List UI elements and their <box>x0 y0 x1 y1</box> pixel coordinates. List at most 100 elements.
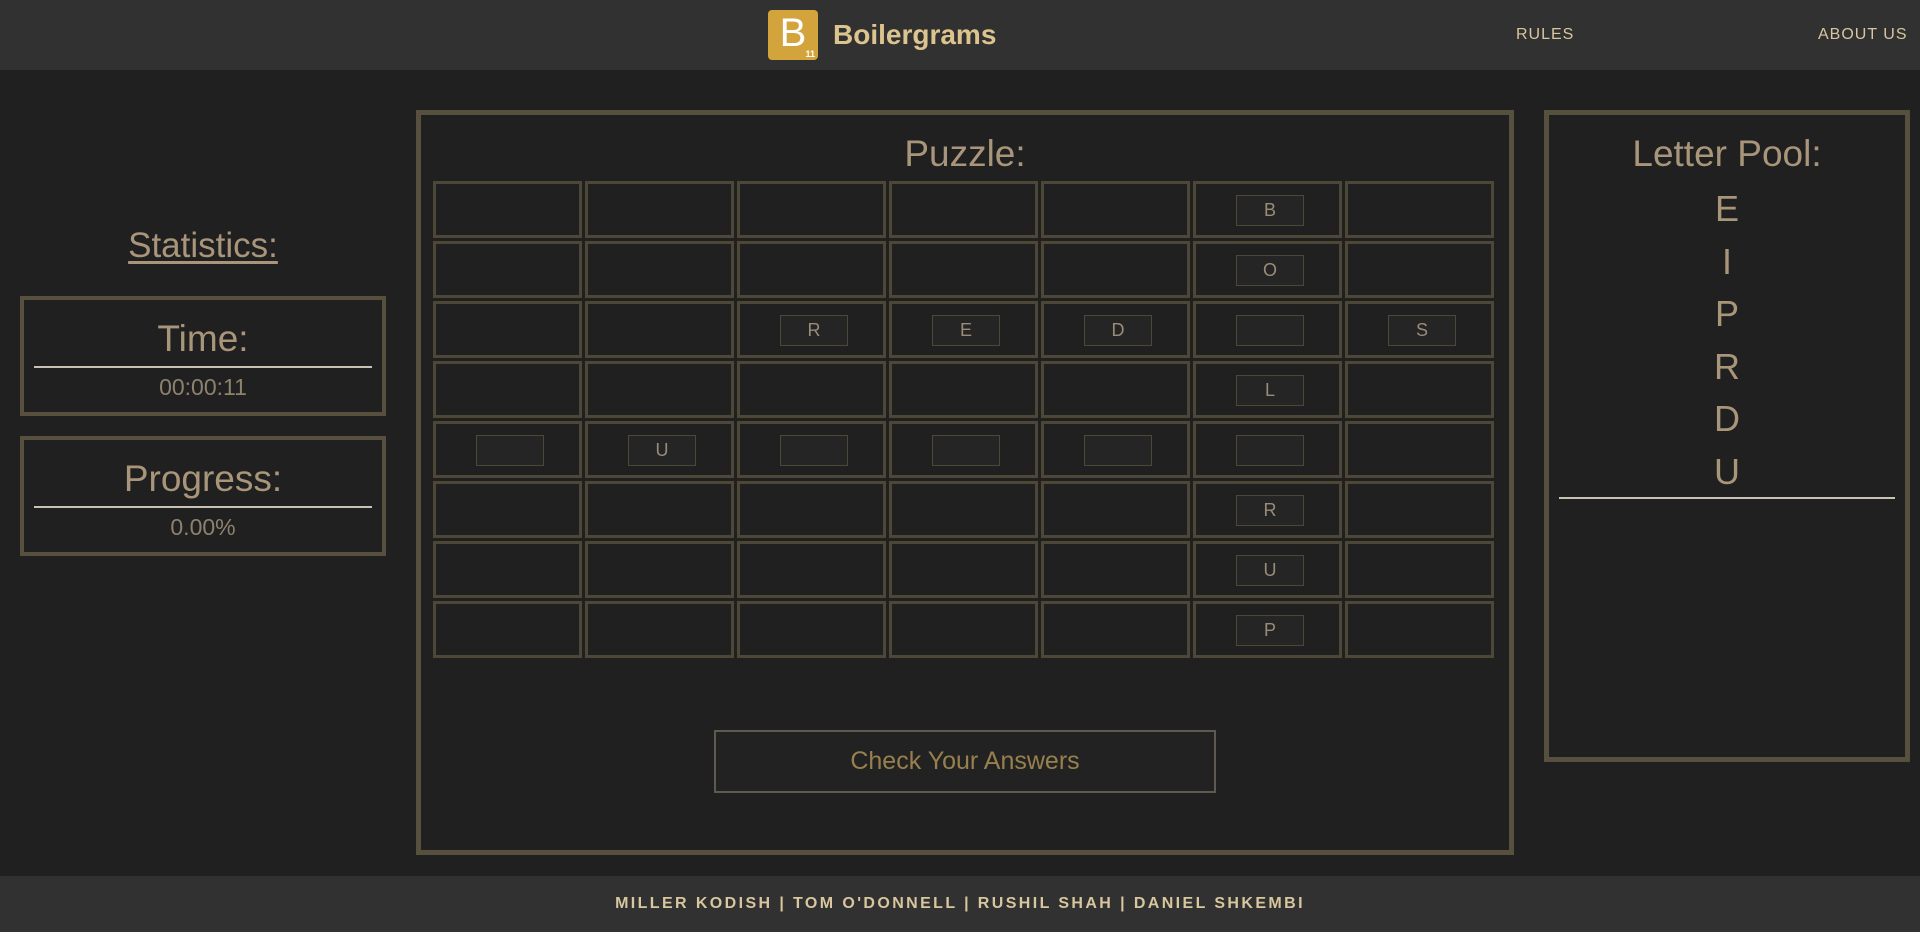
grid-cell[interactable] <box>1345 601 1494 658</box>
grid-cell[interactable] <box>1041 541 1190 598</box>
grid-cell[interactable] <box>1041 421 1190 478</box>
grid-cell[interactable]: U <box>1193 541 1342 598</box>
letter-pool-title: Letter Pool: <box>1632 133 1822 174</box>
grid-cell[interactable] <box>1041 241 1190 298</box>
grid-cell[interactable]: P <box>1193 601 1342 658</box>
nav-about-link[interactable]: ABOUT US <box>1818 25 1908 45</box>
letter-slot[interactable]: S <box>1388 315 1456 346</box>
letter-slot[interactable]: R <box>1236 495 1304 526</box>
grid-cell[interactable] <box>1345 481 1494 538</box>
grid-cell[interactable] <box>585 481 734 538</box>
puzzle-panel: Puzzle: BOREDSLURUP Check Your Answers <box>416 110 1514 855</box>
grid-cell[interactable] <box>585 361 734 418</box>
grid-cell[interactable] <box>889 241 1038 298</box>
divider <box>34 366 372 368</box>
progress-label: Progress: <box>123 458 283 499</box>
pool-letter[interactable]: R <box>1549 341 1905 394</box>
top-nav-bar: B 11 Boilergrams RULES ABOUT US <box>0 0 1920 70</box>
grid-cell[interactable] <box>737 361 886 418</box>
grid-cell[interactable]: S <box>1345 301 1494 358</box>
letter-slot[interactable]: L <box>1236 375 1304 406</box>
grid-cell[interactable]: B <box>1193 181 1342 238</box>
grid-cell[interactable]: O <box>1193 241 1342 298</box>
letter-slot[interactable]: U <box>628 435 696 466</box>
letter-slot[interactable] <box>1084 435 1152 466</box>
logo-icon[interactable]: B 11 <box>768 10 818 60</box>
grid-cell[interactable] <box>585 601 734 658</box>
grid-cell[interactable] <box>737 421 886 478</box>
grid-cell[interactable] <box>1345 541 1494 598</box>
grid-cell[interactable] <box>1345 421 1494 478</box>
grid-cell[interactable] <box>433 361 582 418</box>
grid-cell[interactable] <box>889 421 1038 478</box>
grid-cell[interactable]: D <box>1041 301 1190 358</box>
grid-cell[interactable] <box>433 481 582 538</box>
footer: MILLER KODISH | TOM O'DONNELL | RUSHIL S… <box>0 876 1920 932</box>
letter-slot[interactable] <box>1236 435 1304 466</box>
grid-cell[interactable] <box>433 301 582 358</box>
letter-pool-panel: Letter Pool: EIPRDU <box>1544 110 1910 762</box>
time-value: 00:00:11 <box>159 374 247 400</box>
letter-slot[interactable]: U <box>1236 555 1304 586</box>
grid-cell[interactable] <box>433 541 582 598</box>
grid-cell[interactable] <box>433 601 582 658</box>
grid-cell[interactable] <box>737 601 886 658</box>
nav-rules-link[interactable]: RULES <box>1516 25 1574 45</box>
letter-slot[interactable]: R <box>780 315 848 346</box>
grid-cell[interactable] <box>1193 301 1342 358</box>
puzzle-grid: BOREDSLURUP <box>433 181 1494 658</box>
letter-slot[interactable] <box>780 435 848 466</box>
grid-cell[interactable]: L <box>1193 361 1342 418</box>
grid-cell[interactable] <box>737 181 886 238</box>
pool-letter[interactable]: I <box>1549 236 1905 289</box>
grid-cell[interactable]: R <box>1193 481 1342 538</box>
pool-letter[interactable]: E <box>1549 183 1905 236</box>
brand-name[interactable]: Boilergrams <box>833 18 996 52</box>
pool-letter[interactable]: D <box>1549 393 1905 446</box>
grid-cell[interactable] <box>1041 481 1190 538</box>
grid-cell[interactable] <box>433 421 582 478</box>
statistics-title: Statistics: <box>128 226 278 265</box>
check-answers-button[interactable]: Check Your Answers <box>714 730 1216 793</box>
letter-slot[interactable]: D <box>1084 315 1152 346</box>
letter-slot[interactable]: P <box>1236 615 1304 646</box>
grid-cell[interactable]: R <box>737 301 886 358</box>
letter-slot[interactable] <box>1236 315 1304 346</box>
grid-cell[interactable] <box>1345 241 1494 298</box>
grid-cell[interactable] <box>889 601 1038 658</box>
grid-cell[interactable] <box>737 541 886 598</box>
grid-cell[interactable] <box>889 181 1038 238</box>
grid-cell[interactable] <box>1345 181 1494 238</box>
letter-slot[interactable]: E <box>932 315 1000 346</box>
grid-cell[interactable] <box>737 241 886 298</box>
grid-cell[interactable] <box>585 541 734 598</box>
grid-cell[interactable] <box>1345 361 1494 418</box>
puzzle-title: Puzzle: <box>904 133 1026 174</box>
time-label: Time: <box>157 318 249 359</box>
letter-slot[interactable] <box>476 435 544 466</box>
grid-cell[interactable] <box>889 541 1038 598</box>
grid-cell[interactable] <box>433 181 582 238</box>
grid-cell[interactable] <box>889 481 1038 538</box>
grid-cell[interactable] <box>433 241 582 298</box>
grid-cell[interactable]: U <box>585 421 734 478</box>
letter-pool-list: EIPRDU <box>1549 183 1905 499</box>
letter-slot[interactable]: O <box>1236 255 1304 286</box>
grid-cell[interactable] <box>889 361 1038 418</box>
grid-cell[interactable] <box>585 241 734 298</box>
grid-cell[interactable] <box>585 181 734 238</box>
grid-cell[interactable] <box>1041 601 1190 658</box>
grid-cell[interactable] <box>1041 361 1190 418</box>
letter-slot[interactable]: B <box>1236 195 1304 226</box>
grid-cell[interactable] <box>1193 421 1342 478</box>
pool-letter[interactable]: P <box>1549 288 1905 341</box>
divider <box>1559 497 1895 499</box>
grid-cell[interactable]: E <box>889 301 1038 358</box>
letter-slot[interactable] <box>932 435 1000 466</box>
pool-letter[interactable]: U <box>1549 446 1905 499</box>
grid-cell[interactable] <box>737 481 886 538</box>
grid-cell[interactable] <box>1041 181 1190 238</box>
progress-value: 0.00% <box>170 514 236 540</box>
progress-box: Progress: 0.00% <box>20 436 386 556</box>
grid-cell[interactable] <box>585 301 734 358</box>
